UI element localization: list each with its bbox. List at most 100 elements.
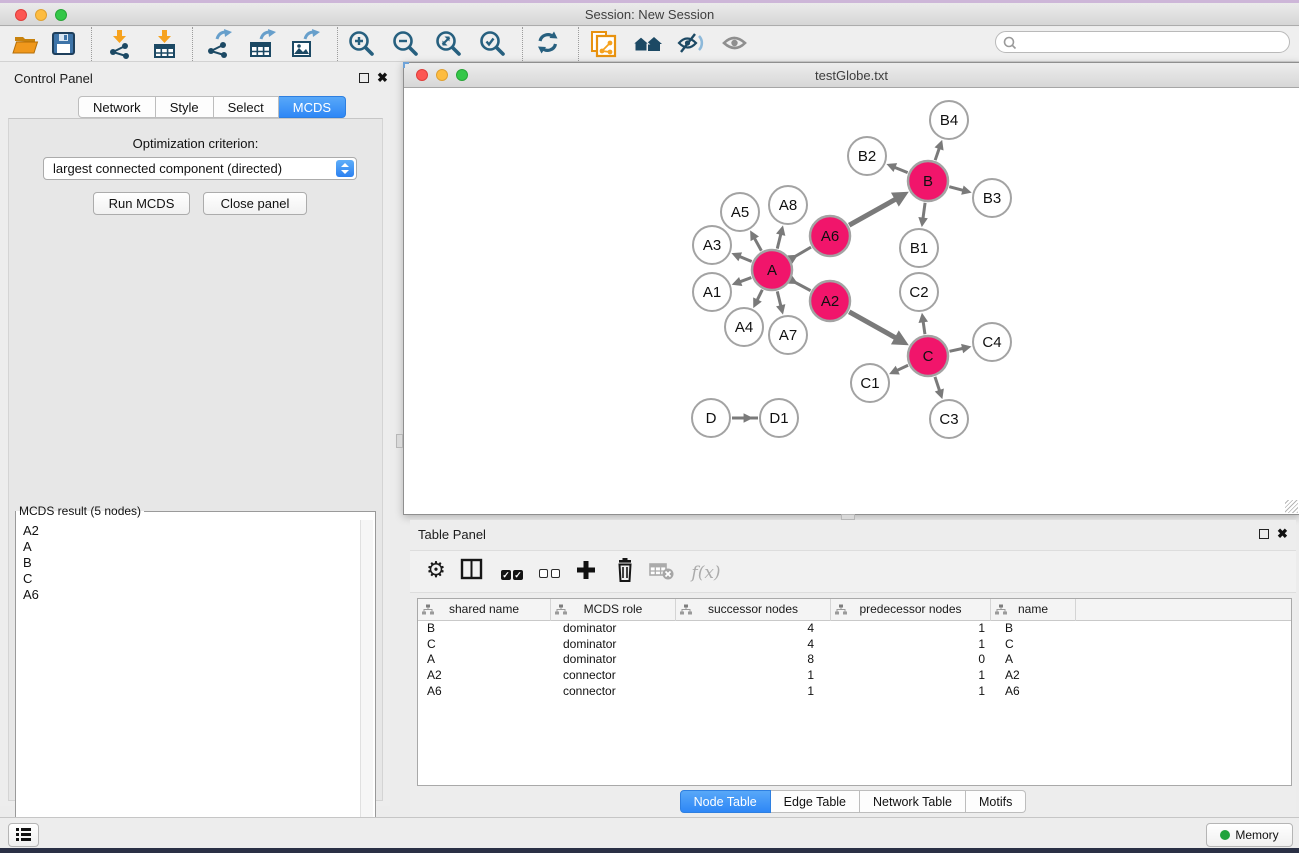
tab-motifs[interactable]: Motifs bbox=[966, 790, 1026, 813]
cell[interactable]: B bbox=[418, 621, 551, 637]
select-all-checkboxes-icon[interactable]: ✓✓ bbox=[496, 557, 528, 589]
cell[interactable]: C bbox=[991, 637, 1076, 653]
mcds-result-item[interactable]: C bbox=[23, 571, 373, 587]
table-row[interactable]: Bdominator41B bbox=[418, 621, 1291, 637]
tab-network[interactable]: Network bbox=[78, 96, 156, 118]
cell[interactable]: connector bbox=[551, 668, 676, 684]
edge-A-A3[interactable] bbox=[738, 256, 751, 262]
cell[interactable]: C bbox=[418, 637, 551, 653]
cell[interactable]: B bbox=[991, 621, 1076, 637]
edge-B-B3[interactable] bbox=[949, 187, 964, 191]
mcds-result-scrollbar[interactable] bbox=[360, 520, 373, 839]
table-row[interactable]: A6connector11A6 bbox=[418, 684, 1291, 700]
column-header-shared-name[interactable]: shared name bbox=[418, 599, 551, 621]
edge-B-B4[interactable] bbox=[935, 147, 940, 160]
cell[interactable]: A bbox=[991, 652, 1076, 668]
mcds-result-list[interactable]: A2ABCA6 bbox=[18, 520, 373, 839]
column-header-successor-nodes[interactable]: successor nodes bbox=[676, 599, 831, 621]
edge-C-C1[interactable] bbox=[896, 365, 908, 371]
zoom-fit-icon[interactable] bbox=[434, 29, 464, 59]
window-resize-grip[interactable] bbox=[1285, 500, 1298, 513]
mcds-result-item[interactable]: A2 bbox=[23, 523, 373, 539]
cell[interactable]: 1 bbox=[831, 621, 991, 637]
edge-A-A5[interactable] bbox=[754, 237, 762, 251]
cell[interactable]: 1 bbox=[676, 684, 831, 700]
close-panel-button[interactable]: Close panel bbox=[203, 192, 307, 215]
cell[interactable]: 4 bbox=[676, 621, 831, 637]
edge-C-C3[interactable] bbox=[935, 377, 940, 392]
toggle-panes-icon[interactable] bbox=[456, 557, 488, 589]
float-table-panel-icon[interactable] bbox=[1259, 529, 1269, 539]
edge-A6-B[interactable] bbox=[849, 199, 896, 226]
open-session-file-icon[interactable] bbox=[590, 29, 620, 59]
save-icon[interactable] bbox=[49, 29, 79, 59]
import-network-icon[interactable] bbox=[105, 29, 135, 59]
search-field[interactable] bbox=[995, 31, 1290, 53]
cell[interactable]: 1 bbox=[831, 684, 991, 700]
mcds-result-item[interactable]: B bbox=[23, 555, 373, 571]
tab-network-table[interactable]: Network Table bbox=[860, 790, 966, 813]
task-history-button[interactable] bbox=[8, 823, 39, 847]
cell[interactable]: 0 bbox=[831, 652, 991, 668]
mcds-result-item[interactable]: A6 bbox=[23, 587, 373, 603]
cell[interactable]: 8 bbox=[676, 652, 831, 668]
mcds-result-item[interactable]: A bbox=[23, 539, 373, 555]
export-network-icon[interactable] bbox=[204, 29, 234, 59]
zoom-in-icon[interactable] bbox=[347, 29, 377, 59]
table-row[interactable]: Adominator80A bbox=[418, 652, 1291, 668]
cell[interactable]: 1 bbox=[831, 637, 991, 653]
edge-A-A7[interactable] bbox=[777, 291, 781, 307]
column-header-name[interactable]: name bbox=[991, 599, 1076, 621]
cell[interactable]: 4 bbox=[676, 637, 831, 653]
hide-panels-eye-icon[interactable] bbox=[677, 29, 707, 59]
edge-C-C2[interactable] bbox=[923, 320, 925, 334]
cell[interactable]: A bbox=[418, 652, 551, 668]
delete-column-icon[interactable] bbox=[609, 557, 641, 589]
criterion-dropdown[interactable]: largest connected component (directed) bbox=[43, 157, 357, 180]
settings-gear-icon[interactable]: ⚙ bbox=[420, 557, 452, 589]
edge-A-A8[interactable] bbox=[777, 233, 781, 249]
tab-select[interactable]: Select bbox=[214, 96, 279, 118]
export-table-icon[interactable] bbox=[247, 29, 277, 59]
cell[interactable]: A2 bbox=[418, 668, 551, 684]
network-window-titlebar[interactable]: testGlobe.txt bbox=[404, 63, 1299, 88]
zoom-out-icon[interactable] bbox=[391, 29, 421, 59]
cell[interactable]: dominator bbox=[551, 652, 676, 668]
cell[interactable]: 1 bbox=[831, 668, 991, 684]
close-panel-icon[interactable]: ✖ bbox=[377, 70, 388, 86]
edge-A2-C[interactable] bbox=[849, 312, 896, 339]
column-header-MCDS-role[interactable]: MCDS role bbox=[551, 599, 676, 621]
close-table-panel-icon[interactable]: ✖ bbox=[1277, 526, 1288, 542]
table-row[interactable]: A2connector11A2 bbox=[418, 668, 1291, 684]
tab-node-table[interactable]: Node Table bbox=[680, 790, 771, 813]
add-column-icon[interactable] bbox=[570, 557, 602, 589]
cell[interactable]: A2 bbox=[991, 668, 1076, 684]
column-header-predecessor-nodes[interactable]: predecessor nodes bbox=[831, 599, 991, 621]
run-mcds-button[interactable]: Run MCDS bbox=[93, 192, 190, 215]
import-table-icon[interactable] bbox=[150, 29, 180, 59]
cell[interactable]: dominator bbox=[551, 621, 676, 637]
vertical-splitter-handle[interactable] bbox=[396, 434, 403, 448]
cell[interactable]: connector bbox=[551, 684, 676, 700]
open-folder-icon[interactable] bbox=[11, 29, 41, 59]
tab-style[interactable]: Style bbox=[156, 96, 214, 118]
cell[interactable]: A6 bbox=[418, 684, 551, 700]
edge-C-C4[interactable] bbox=[949, 348, 964, 351]
refresh-icon[interactable] bbox=[534, 29, 564, 59]
search-input[interactable] bbox=[1022, 33, 1282, 51]
tab-edge-table[interactable]: Edge Table bbox=[771, 790, 860, 813]
cell[interactable]: dominator bbox=[551, 637, 676, 653]
home-houses-icon[interactable] bbox=[632, 29, 662, 59]
export-image-icon[interactable] bbox=[290, 29, 320, 59]
table-row[interactable]: Cdominator41C bbox=[418, 637, 1291, 653]
edge-B-B1[interactable] bbox=[923, 203, 925, 220]
zoom-selected-icon[interactable] bbox=[478, 29, 508, 59]
network-canvas[interactable]: AA1A2A3A4A5A6A7A8BB1B2B3B4CC1C2C3C4DD1 bbox=[404, 88, 1299, 514]
show-panels-eye-icon[interactable] bbox=[721, 29, 751, 59]
float-panel-icon[interactable] bbox=[359, 73, 369, 83]
memory-button[interactable]: Memory bbox=[1206, 823, 1293, 847]
tab-mcds[interactable]: MCDS bbox=[279, 96, 346, 118]
cell[interactable]: 1 bbox=[676, 668, 831, 684]
edge-B-B2[interactable] bbox=[893, 167, 907, 173]
cell[interactable]: A6 bbox=[991, 684, 1076, 700]
